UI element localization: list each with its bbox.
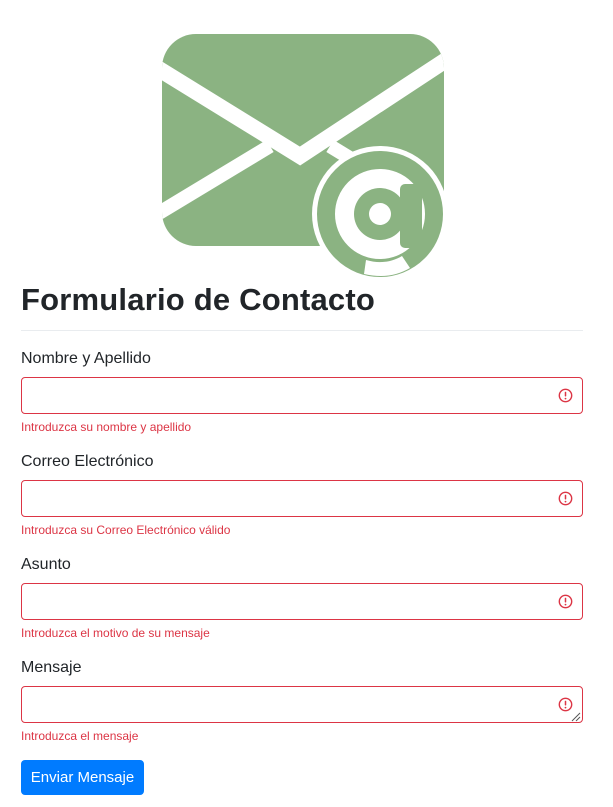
divider — [21, 330, 583, 331]
email-label: Correo Electrónico — [21, 453, 154, 470]
error-icon — [558, 388, 573, 403]
message-textarea[interactable] — [21, 686, 583, 723]
error-icon — [558, 594, 573, 609]
message-feedback: Introduzca el mensaje — [21, 729, 139, 743]
subject-input[interactable] — [21, 583, 583, 620]
subject-feedback: Introduzca el motivo de su mensaje — [21, 626, 210, 640]
email-input[interactable] — [21, 480, 583, 517]
error-icon — [558, 697, 573, 712]
name-input[interactable] — [21, 377, 583, 414]
name-field-group: Nombre y Apellido Introduzca su nombre y… — [21, 349, 583, 434]
email-field-group: Correo Electrónico Introduzca su Correo … — [21, 452, 583, 537]
subject-label: Asunto — [21, 556, 71, 573]
send-message-button[interactable]: Enviar Mensaje — [21, 760, 144, 795]
email-feedback: Introduzca su Correo Electrónico válido — [21, 523, 231, 537]
message-label: Mensaje — [21, 659, 82, 676]
error-icon — [558, 491, 573, 506]
name-feedback: Introduzca su nombre y apellido — [21, 420, 192, 434]
resize-handle-icon[interactable] — [571, 712, 581, 722]
page-title: Formulario de Contacto — [21, 282, 376, 317]
message-field-group: Mensaje Introduzca el mensaje — [21, 658, 583, 743]
name-label: Nombre y Apellido — [21, 350, 151, 367]
email-at-icon — [162, 34, 448, 282]
subject-field-group: Asunto Introduzca el motivo de su mensaj… — [21, 555, 583, 640]
